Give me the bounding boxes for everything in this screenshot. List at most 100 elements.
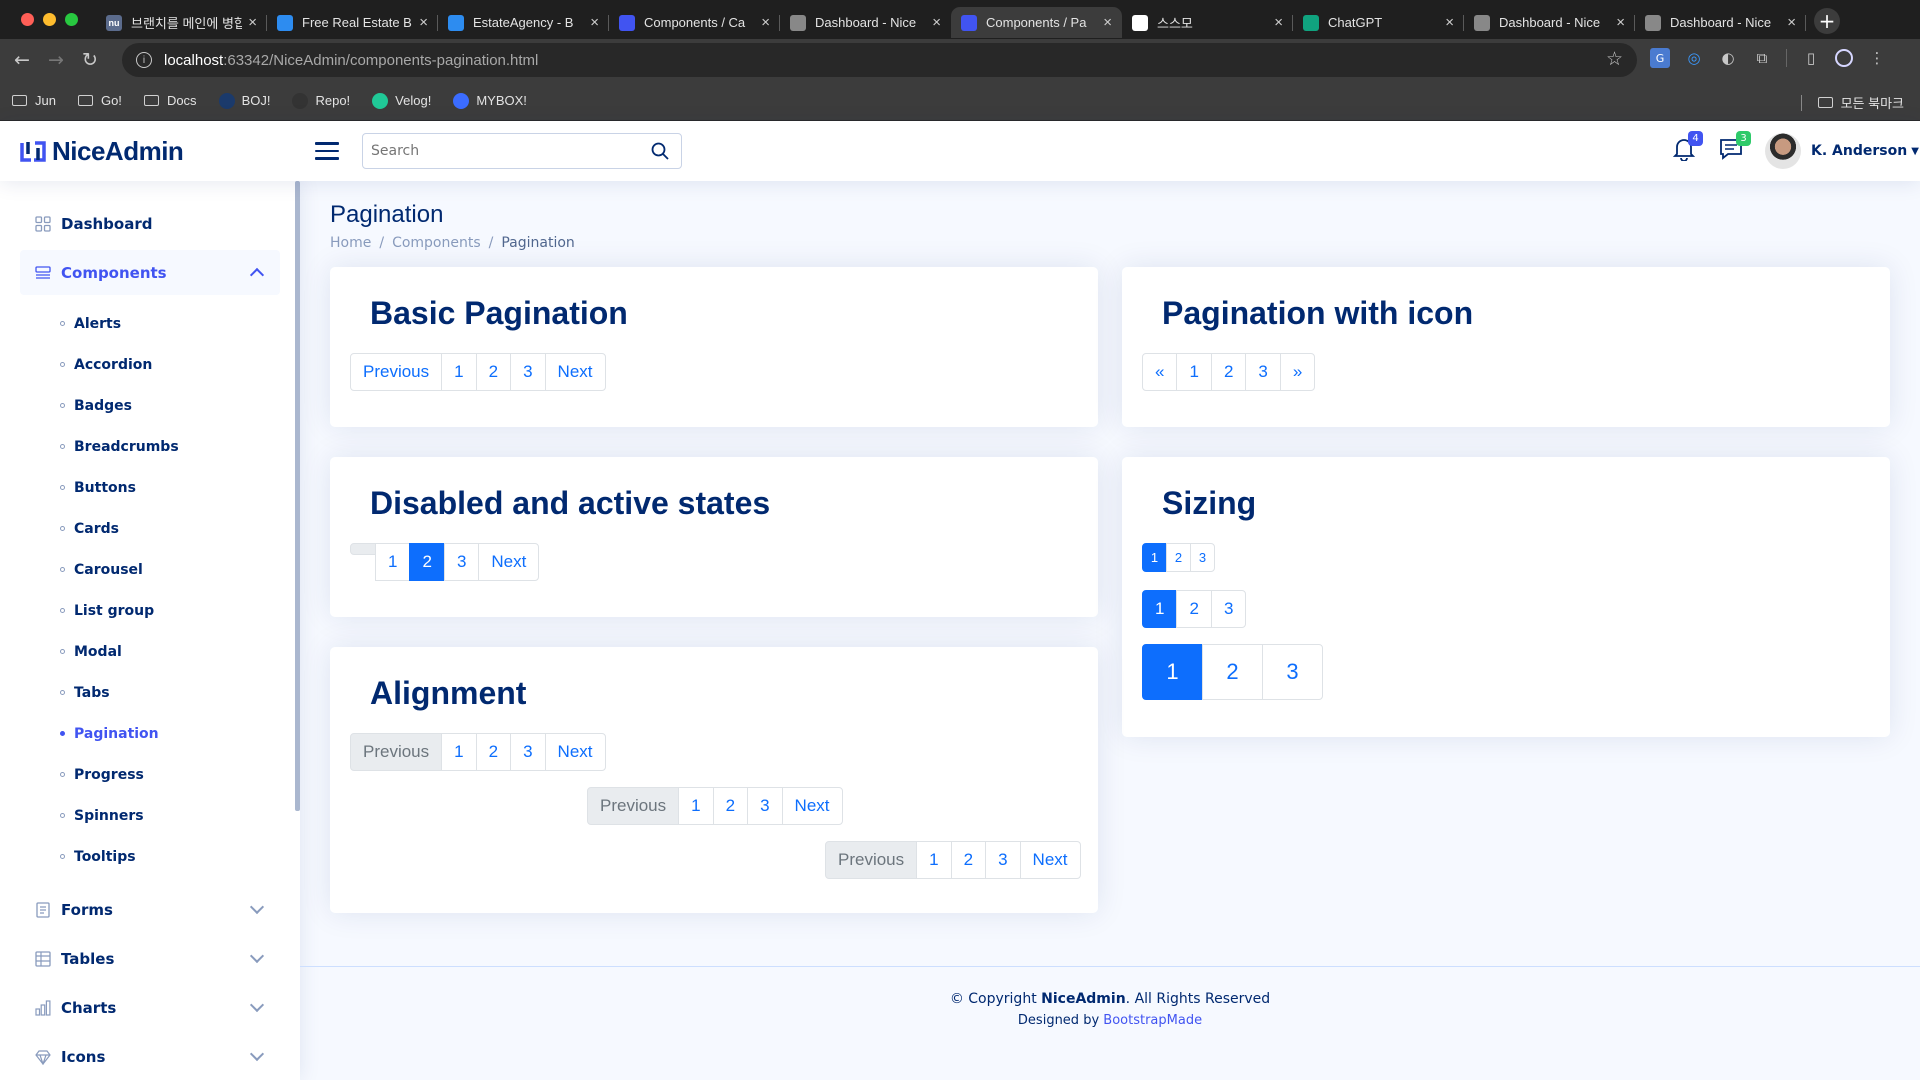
sidebar-subitem-progress[interactable]: Progress [20, 754, 280, 795]
page-link-next[interactable]: Next [544, 353, 606, 391]
page-link-next[interactable]: » [1279, 353, 1316, 391]
translate-extension-icon[interactable]: G [1650, 48, 1670, 68]
toggle-sidebar-button[interactable] [315, 137, 339, 165]
side-panel-icon[interactable]: ▯ [1801, 48, 1821, 68]
logo[interactable]: NiceAdmin [20, 136, 300, 167]
page-link-2[interactable]: 2 [475, 733, 512, 771]
forward-button[interactable]: → [39, 49, 73, 71]
sidebar-subitem-tabs[interactable]: Tabs [20, 672, 280, 713]
sidebar-subitem-spinners[interactable]: Spinners [20, 795, 280, 836]
tab-close-icon[interactable]: × [932, 14, 941, 31]
browser-tab[interactable]: Dashboard - Nice × [780, 7, 951, 38]
page-link-3[interactable]: 3 [985, 841, 1021, 879]
notifications-button[interactable]: 4 [1672, 131, 1703, 165]
page-link-1[interactable]: 1 [1142, 644, 1203, 700]
tab-close-icon[interactable]: × [1616, 14, 1625, 31]
bookmark-item[interactable]: Jun [12, 93, 56, 109]
bookmark-item[interactable]: Docs [143, 93, 197, 109]
all-bookmarks[interactable]: 모든 북마크 [1800, 93, 1904, 112]
reload-button[interactable]: ↻ [73, 49, 107, 71]
page-link-1[interactable]: 1 [441, 353, 477, 391]
bookmark-item[interactable]: MYBOX! [453, 92, 527, 109]
browser-tab[interactable]: Dashboard - Nice × [1464, 7, 1635, 38]
new-tab-button[interactable]: + [1814, 7, 1840, 34]
designer-link[interactable]: BootstrapMade [1103, 1013, 1202, 1028]
page-link-1[interactable]: 1 [375, 543, 411, 581]
page-link-2[interactable]: 2 [1210, 353, 1247, 391]
page-link-next[interactable]: Next [1019, 841, 1081, 879]
extension-icon[interactable]: ◎ [1684, 48, 1704, 68]
page-link-next[interactable]: Next [478, 543, 540, 581]
page-link-3[interactable]: 3 [747, 787, 783, 825]
sidebar-item-dashboard[interactable]: Dashboard [20, 201, 280, 246]
page-link-3[interactable]: 3 [510, 353, 546, 391]
page-link-3[interactable]: 3 [1245, 353, 1281, 391]
browser-tab[interactable]: EstateAgency - B × [438, 7, 609, 38]
page-link-3[interactable]: 3 [1262, 644, 1323, 700]
maximize-window-button[interactable] [65, 13, 78, 26]
profile-dropdown[interactable]: K. Anderson ▼ [1765, 133, 1919, 169]
page-link-3[interactable]: 3 [510, 733, 546, 771]
tab-close-icon[interactable]: × [419, 14, 428, 31]
sidebar-item-charts[interactable]: Charts [20, 985, 280, 1030]
search-input[interactable] [371, 143, 641, 159]
tab-close-icon[interactable]: × [1103, 14, 1112, 31]
browser-tab[interactable]: 스스모 × [1122, 7, 1293, 38]
page-link-1[interactable]: 1 [441, 733, 477, 771]
tab-close-icon[interactable]: × [1274, 14, 1283, 31]
sidebar-subitem-accordion[interactable]: Accordion [20, 344, 280, 385]
close-window-button[interactable] [21, 13, 34, 26]
browser-tab[interactable]: Components / Ca × [609, 7, 780, 38]
page-link-previous[interactable]: « [1142, 353, 1178, 391]
extensions-puzzle-icon[interactable]: ⧉ [1752, 48, 1772, 68]
bookmark-item[interactable]: Go! [77, 93, 122, 109]
extension-icon-2[interactable]: ◐ [1718, 48, 1738, 68]
tab-close-icon[interactable]: × [1445, 14, 1454, 31]
messages-button[interactable]: 3 [1719, 131, 1751, 165]
bookmark-item[interactable]: BOJ! [218, 92, 270, 109]
search-icon[interactable] [651, 142, 669, 160]
page-link-1[interactable]: 1 [916, 841, 952, 879]
browser-tab[interactable]: Free Real Estate B × [267, 7, 438, 38]
profile-icon[interactable] [1835, 49, 1853, 67]
page-link-1[interactable]: 1 [1142, 590, 1178, 628]
tab-close-icon[interactable]: × [761, 14, 770, 31]
page-link-previous[interactable]: Previous [350, 353, 443, 391]
page-link-1[interactable]: 1 [678, 787, 714, 825]
page-link-1[interactable]: 1 [1142, 543, 1167, 572]
breadcrumb-home[interactable]: Home [330, 235, 371, 251]
tab-close-icon[interactable]: × [590, 14, 599, 31]
browser-tab[interactable]: nu 브랜치를 메인에 병합 × [96, 7, 267, 38]
sidebar-subitem-alerts[interactable]: Alerts [20, 303, 280, 344]
tab-close-icon[interactable]: × [248, 14, 257, 31]
page-link-3[interactable]: 3 [1210, 590, 1247, 628]
page-link-3[interactable]: 3 [1190, 543, 1215, 572]
page-link-2[interactable]: 2 [712, 787, 749, 825]
sidebar-subitem-list-group[interactable]: List group [20, 590, 280, 631]
page-link-2[interactable]: 2 [409, 543, 445, 581]
sidebar-item-components[interactable]: Components [20, 250, 280, 295]
page-link-1[interactable]: 1 [1176, 353, 1212, 391]
page-link-2[interactable]: 2 [1202, 644, 1263, 700]
page-link-next[interactable]: Next [544, 733, 606, 771]
sidebar-subitem-modal[interactable]: Modal [20, 631, 280, 672]
browser-tab[interactable]: ChatGPT × [1293, 7, 1464, 38]
sidebar-subitem-badges[interactable]: Badges [20, 385, 280, 426]
menu-kebab-icon[interactable]: ⋮ [1867, 48, 1887, 68]
page-link-2[interactable]: 2 [950, 841, 987, 879]
breadcrumb-components[interactable]: Components [392, 235, 481, 251]
bookmark-item[interactable]: Velog! [372, 92, 431, 109]
minimize-window-button[interactable] [43, 13, 56, 26]
site-info-icon[interactable]: i [136, 52, 152, 68]
page-link-2[interactable]: 2 [1166, 543, 1191, 572]
sidebar-subitem-tooltips[interactable]: Tooltips [20, 836, 280, 877]
bookmark-star-icon[interactable]: ☆ [1606, 48, 1623, 71]
page-link-2[interactable]: 2 [1176, 590, 1212, 628]
address-bar[interactable]: i localhost:63342/NiceAdmin/components-p… [122, 43, 1637, 77]
page-link-next[interactable]: Next [781, 787, 843, 825]
browser-tab[interactable]: Dashboard - Nice × [1635, 7, 1806, 38]
sidebar-subitem-pagination[interactable]: Pagination [20, 713, 280, 754]
bookmark-item[interactable]: Repo! [292, 92, 350, 109]
sidebar-subitem-buttons[interactable]: Buttons [20, 467, 280, 508]
sidebar-subitem-cards[interactable]: Cards [20, 508, 280, 549]
